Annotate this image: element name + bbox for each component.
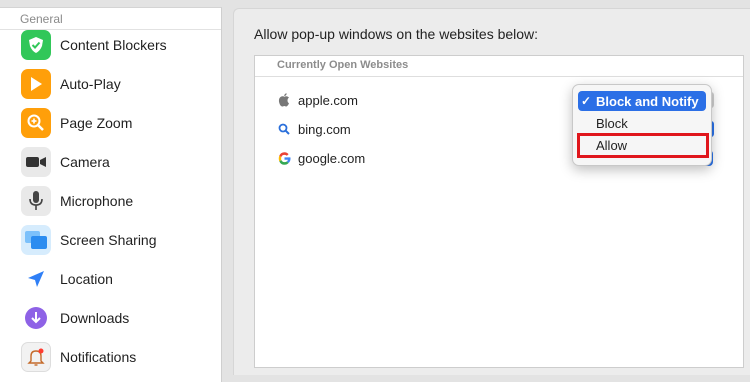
- sidebar-item-screen-sharing[interactable]: Screen Sharing: [0, 220, 221, 259]
- sidebar-item-downloads[interactable]: Downloads: [0, 298, 221, 337]
- checkmark-icon: ✓: [580, 94, 592, 108]
- sidebar-item-label: Camera: [60, 153, 110, 170]
- sidebar-item-label: Downloads: [60, 309, 130, 326]
- menu-option-block-and-notify[interactable]: ✓ Block and Notify: [578, 91, 706, 111]
- content-blockers-icon: [21, 29, 51, 60]
- sidebar-item-label: Screen Sharing: [60, 231, 157, 248]
- sidebar: General Content Blockers Auto-Play Page …: [0, 7, 222, 382]
- sidebar-item-label: Location: [60, 270, 113, 287]
- sidebar-item-auto-play[interactable]: Auto-Play: [0, 64, 221, 103]
- list-item-apple[interactable]: apple.com: [277, 90, 358, 110]
- sidebar-item-label: Microphone: [60, 192, 134, 209]
- sidebar-item-label: Auto-Play: [60, 75, 121, 92]
- location-icon: [21, 263, 51, 294]
- main-panel: Allow pop-up windows on the websites bel…: [233, 8, 750, 375]
- list-header: Currently Open Websites: [255, 56, 743, 77]
- site-label: apple.com: [298, 92, 358, 108]
- apple-icon: [277, 93, 291, 107]
- notifications-icon: [21, 341, 51, 372]
- page-title: Allow pop-up windows on the websites bel…: [254, 26, 539, 42]
- sidebar-item-label: Content Blockers: [60, 36, 167, 53]
- sidebar-section-header: General: [20, 12, 63, 26]
- list-header-label: Currently Open Websites: [277, 59, 409, 71]
- sidebar-item-location[interactable]: Location: [0, 259, 221, 298]
- camera-icon: [21, 146, 51, 177]
- microphone-icon: [21, 185, 51, 216]
- site-label: google.com: [298, 150, 366, 166]
- sidebar-item-label: Page Zoom: [60, 114, 133, 131]
- google-icon: [277, 151, 291, 165]
- sidebar-item-label: Notifications: [60, 348, 137, 365]
- downloads-icon: [21, 302, 51, 333]
- sidebar-item-page-zoom[interactable]: Page Zoom: [0, 103, 221, 142]
- screen-sharing-icon: [21, 224, 51, 255]
- sidebar-item-notifications[interactable]: Notifications: [0, 337, 221, 376]
- menu-option-label: Block: [596, 115, 628, 131]
- list-item-bing[interactable]: bing.com: [277, 119, 351, 139]
- list-item-google[interactable]: google.com: [277, 148, 365, 168]
- page-zoom-icon: [21, 107, 51, 138]
- site-label: bing.com: [298, 121, 351, 137]
- auto-play-icon: [21, 68, 51, 99]
- sidebar-item-content-blockers[interactable]: Content Blockers: [0, 25, 221, 64]
- annotation-highlight-box: [577, 133, 709, 158]
- sidebar-item-camera[interactable]: Camera: [0, 142, 221, 181]
- bing-search-icon: [277, 122, 291, 136]
- menu-option-label: Block and Notify: [596, 93, 699, 109]
- menu-option-block[interactable]: Block: [578, 113, 706, 133]
- sidebar-item-microphone[interactable]: Microphone: [0, 181, 221, 220]
